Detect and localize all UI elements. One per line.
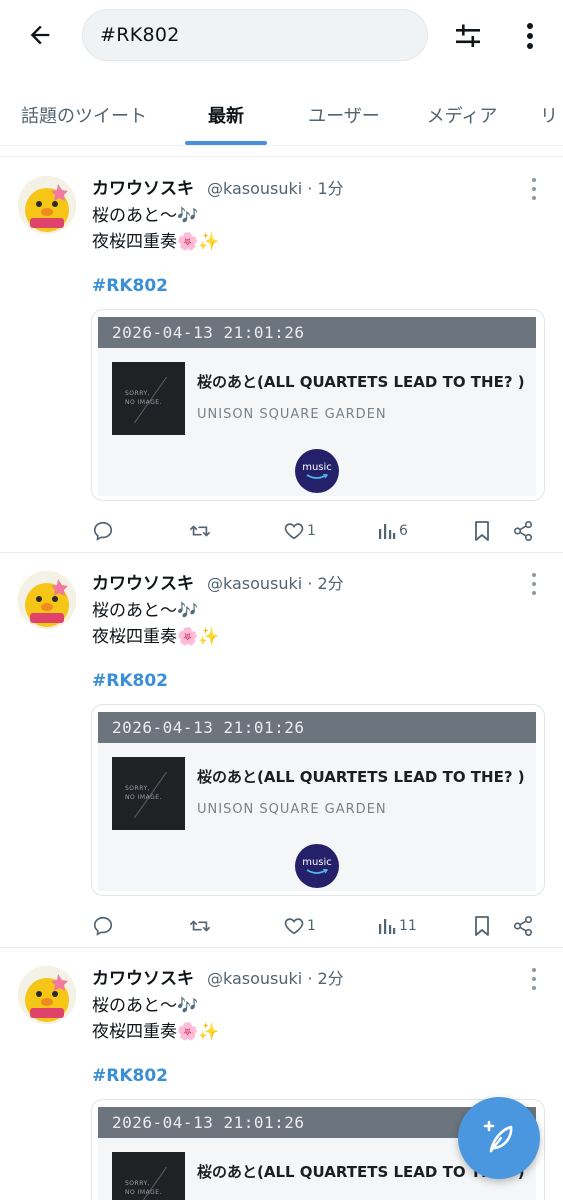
share-icon (513, 916, 533, 936)
smile-arrow-icon (306, 868, 328, 874)
tab-latest[interactable]: 最新 (168, 84, 284, 146)
tweet-text-line: 夜桜四重奏🌸✨ (92, 627, 220, 647)
tweet-menu-button[interactable] (527, 573, 541, 595)
author-name[interactable]: カワウソスキ (92, 569, 194, 594)
author-name[interactable]: カワウソスキ (92, 964, 194, 989)
tab-lists[interactable]: リ (540, 84, 563, 146)
author-handle-time[interactable]: @kasousuki · 2分 (207, 965, 344, 989)
music-card[interactable]: 2026-04-13 21:01:26 SORRY, NO IMAGE. 桜のあ… (91, 309, 545, 501)
duck-avatar-icon (18, 966, 76, 1024)
tweet-actions: 1 11 (0, 911, 563, 941)
avatar[interactable] (18, 176, 76, 234)
views-button[interactable]: 11 (377, 911, 417, 941)
bookmark-icon (475, 521, 489, 541)
tweet-text-line: 桜のあと〜🎶 (92, 601, 199, 621)
cover-placeholder-text: SORRY, NO IMAGE. (125, 785, 162, 801)
bookmark-button[interactable] (472, 911, 492, 941)
tweet-menu-button[interactable] (527, 178, 541, 200)
tweet-text-line: 夜桜四重奏🌸✨ (92, 1022, 220, 1042)
tweet-text-line: 桜のあと〜🎶 (92, 206, 199, 226)
tab-users[interactable]: ユーザー (292, 84, 396, 146)
like-button[interactable]: 1 (283, 516, 316, 546)
smile-arrow-icon (306, 473, 328, 479)
search-query-text: #RK802 (100, 24, 180, 46)
reply-button[interactable] (92, 516, 114, 546)
song-title: 桜のあと(ALL QUARTETS LEAD TO THE? ) (197, 373, 525, 391)
active-tab-indicator (185, 141, 267, 145)
heart-icon (284, 918, 304, 935)
back-button[interactable] (22, 17, 58, 53)
song-title: 桜のあと(ALL QUARTETS LEAD TO THE? ) (197, 768, 525, 786)
tab-media[interactable]: メディア (410, 84, 514, 146)
compose-tweet-button[interactable] (458, 1097, 540, 1179)
reply-icon (93, 916, 113, 936)
hashtag-link[interactable]: #RK802 (92, 671, 168, 691)
reply-icon (93, 521, 113, 541)
bookmark-icon (475, 916, 489, 936)
duck-avatar-icon (18, 176, 76, 234)
like-count: 1 (307, 918, 316, 934)
top-bar: #RK802 (0, 0, 563, 72)
author-handle-time[interactable]: @kasousuki · 1分 (207, 175, 344, 199)
overflow-menu-button[interactable] (514, 16, 546, 56)
album-cover-placeholder: SORRY, NO IMAGE. (112, 757, 185, 830)
card-timestamp: 2026-04-13 21:01:26 (98, 317, 536, 348)
kebab-vertical-icon (527, 23, 533, 49)
amazon-music-logo[interactable]: music (295, 449, 339, 493)
avatar[interactable] (18, 966, 76, 1024)
cover-placeholder-text: SORRY, NO IMAGE. (125, 390, 162, 406)
view-count: 6 (399, 523, 408, 539)
tab-top-tweets[interactable]: 話題のツイート (0, 84, 168, 146)
analytics-icon (379, 524, 396, 539)
divider (0, 156, 563, 157)
tweet-menu-button[interactable] (527, 968, 541, 990)
compose-feather-icon (483, 1120, 513, 1153)
duck-avatar-icon (18, 571, 76, 629)
music-badge-label: music (302, 461, 332, 473)
music-badge-label: music (302, 856, 332, 868)
views-button[interactable]: 6 (377, 516, 408, 546)
reply-button[interactable] (92, 911, 114, 941)
tweet-actions: 1 6 (0, 516, 563, 546)
hashtag-link[interactable]: #RK802 (92, 1066, 168, 1086)
search-tabs: 話題のツイート 最新 ユーザー メディア リ (0, 84, 563, 146)
retweet-button[interactable] (188, 911, 212, 941)
hashtag-link[interactable]: #RK802 (92, 276, 168, 296)
author-handle-time[interactable]: @kasousuki · 2分 (207, 570, 344, 594)
arrow-left-icon (30, 25, 50, 45)
bookmark-button[interactable] (472, 516, 492, 546)
card-body: SORRY, NO IMAGE. 桜のあと(ALL QUARTETS LEAD … (98, 348, 536, 496)
like-button[interactable]: 1 (283, 911, 316, 941)
album-cover-placeholder: SORRY, NO IMAGE. (112, 362, 185, 435)
retweet-button[interactable] (188, 516, 212, 546)
author-name[interactable]: カワウソスキ (92, 174, 194, 199)
music-card[interactable]: 2026-04-13 21:01:26 SORRY, NO IMAGE. 桜のあ… (91, 704, 545, 896)
tweet[interactable]: カワウソスキ @kasousuki · 1分 桜のあと〜🎶 夜桜四重奏🌸✨ #R… (0, 158, 563, 553)
cover-placeholder-text: SORRY, NO IMAGE. (125, 1180, 162, 1196)
share-button[interactable] (512, 516, 534, 546)
view-count: 11 (399, 918, 417, 934)
album-cover-placeholder: SORRY, NO IMAGE. (112, 1152, 185, 1200)
search-input[interactable]: #RK802 (82, 9, 428, 61)
share-button[interactable] (512, 911, 534, 941)
avatar[interactable] (18, 571, 76, 629)
retweet-icon (190, 525, 210, 537)
card-body: SORRY, NO IMAGE. 桜のあと(ALL QUARTETS LEAD … (98, 743, 536, 891)
analytics-icon (379, 919, 396, 934)
tweet-text-line: 夜桜四重奏🌸✨ (92, 232, 220, 252)
like-count: 1 (307, 523, 316, 539)
filter-button[interactable] (448, 16, 488, 56)
artist-name: UNISON SQUARE GARDEN (197, 407, 387, 422)
sliders-icon (456, 24, 480, 47)
amazon-music-logo[interactable]: music (295, 844, 339, 888)
share-icon (513, 521, 533, 541)
retweet-icon (190, 920, 210, 932)
tweet[interactable]: カワウソスキ @kasousuki · 2分 桜のあと〜🎶 夜桜四重奏🌸✨ #R… (0, 553, 563, 948)
heart-icon (284, 523, 304, 540)
tweet-text-line: 桜のあと〜🎶 (92, 996, 199, 1016)
artist-name: UNISON SQUARE GARDEN (197, 802, 387, 817)
card-timestamp: 2026-04-13 21:01:26 (98, 712, 536, 743)
